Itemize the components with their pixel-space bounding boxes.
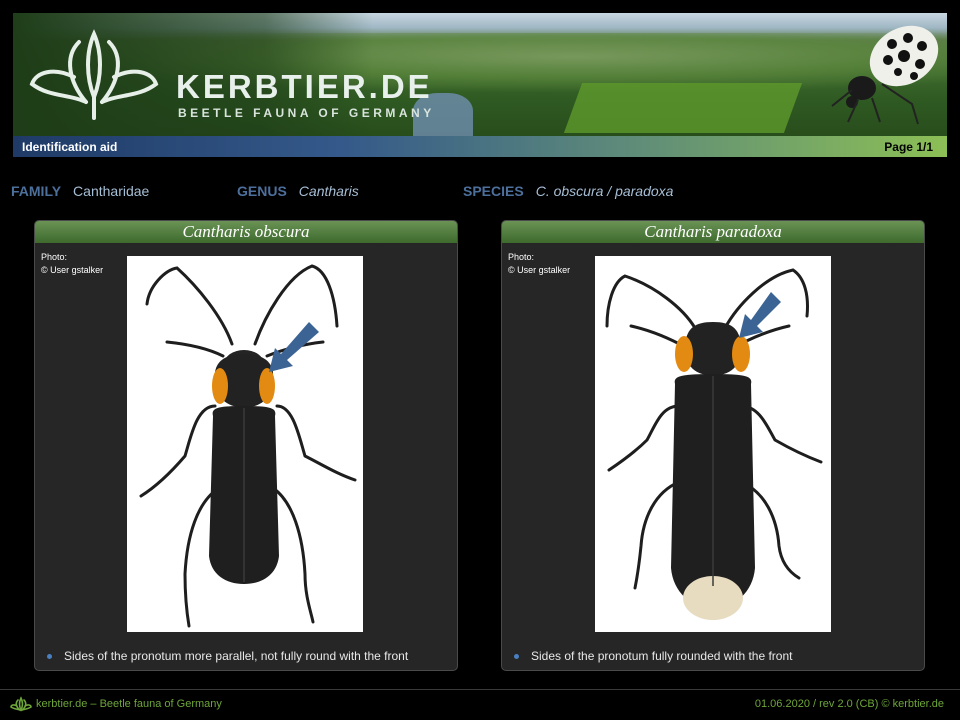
genus-value: Cantharis (298, 183, 359, 199)
genus-label: GENUS (237, 183, 287, 199)
section-bar: Identification aid Page 1/1 (13, 136, 947, 157)
banner-field (563, 83, 803, 133)
ladybird-beetle-icon (831, 25, 939, 125)
beetle-paradoxa-image (605, 268, 823, 620)
beetle-photo-paradoxa (595, 256, 831, 632)
credit-label: Photo: (41, 252, 68, 262)
footer-revision: 01.06.2020 / rev 2.0 (CB) © kerbtier.de (754, 698, 944, 710)
note-text: Sides of the pronotum more parallel, not… (64, 649, 409, 663)
footer-logo-icon (10, 696, 32, 712)
credit-user: © User gstalker (508, 265, 571, 275)
site-subtitle: BEETLE FAUNA OF GERMANY (178, 106, 435, 120)
taxon-genus: GENUS Cantharis (237, 183, 359, 199)
beetle-photo-obscura (127, 256, 363, 632)
credit-label: Photo: (508, 252, 535, 262)
photo-credit: Photo: © User gstalker (508, 251, 570, 277)
species-value: C. obscura / paradoxa (535, 183, 674, 199)
taxon-family: FAMILY Cantharidae (11, 183, 149, 199)
species-panel-paradoxa: Cantharis paradoxa Photo: © User gstalke… (501, 220, 925, 671)
panel-note: Sides of the pronotum fully rounded with… (514, 649, 793, 663)
footer-divider (0, 689, 960, 690)
site-title: KERBTIER.DE (176, 68, 433, 105)
taxon-species: SPECIES C. obscura / paradoxa (463, 183, 673, 199)
panel-title: Cantharis paradoxa (502, 221, 924, 243)
footer-credit: kerbtier.de – Beetle fauna of Germany (10, 696, 222, 712)
page-indicator: Page 1/1 (884, 140, 933, 154)
panel-note: Sides of the pronotum more parallel, not… (47, 649, 408, 663)
credit-user: © User gstalker (41, 265, 104, 275)
bullet-icon (514, 654, 519, 660)
bar-title: Identification aid (22, 140, 118, 154)
species-label: SPECIES (463, 183, 524, 199)
beetle-obscura-image (139, 264, 357, 628)
note-text: Sides of the pronotum fully rounded with… (531, 649, 793, 663)
panel-title: Cantharis obscura (35, 221, 457, 243)
family-label: FAMILY (11, 183, 62, 199)
family-value: Cantharidae (73, 183, 150, 199)
photo-credit: Photo: © User gstalker (41, 251, 103, 277)
bullet-icon (47, 654, 52, 660)
kerbtier-logo-icon (29, 29, 159, 120)
footer-left-text: kerbtier.de – Beetle fauna of Germany (36, 697, 222, 710)
species-panel-obscura: Cantharis obscura Photo: © User gstalker (34, 220, 458, 671)
